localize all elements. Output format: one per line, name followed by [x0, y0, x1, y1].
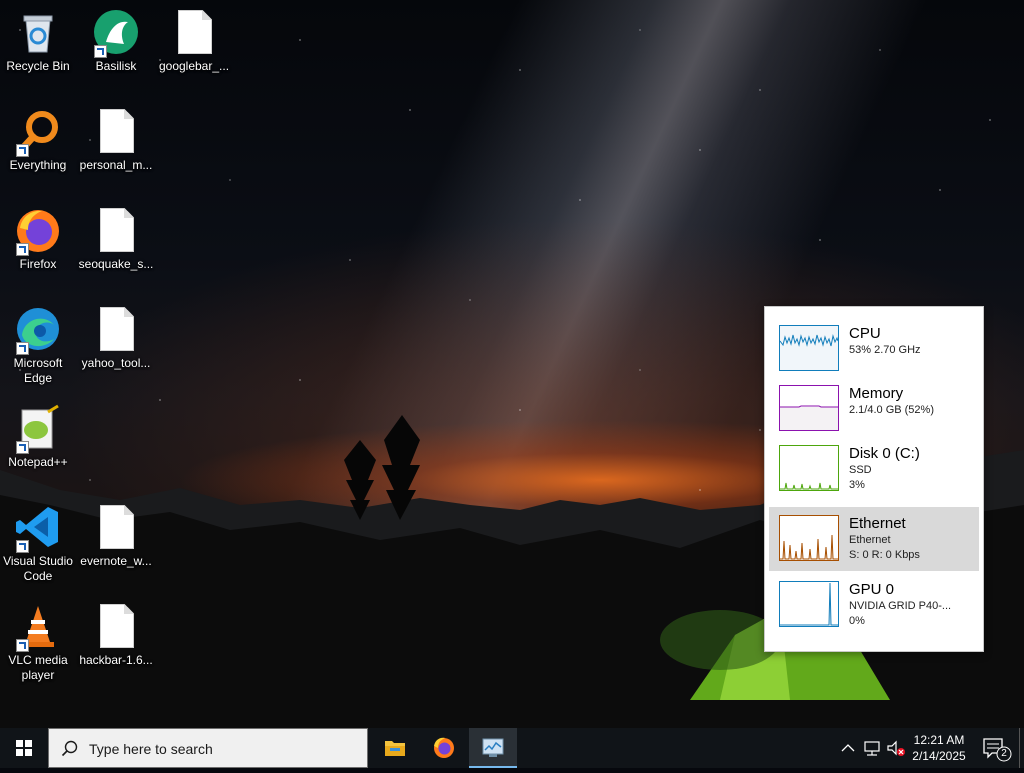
desktop-icon-evernote[interactable]: evernote_w...: [78, 503, 154, 569]
desktop-icon-label: seoquake_s...: [78, 257, 154, 271]
file-icon: [100, 307, 134, 351]
perf-title: Ethernet: [849, 515, 906, 532]
desktop-icon-label: Firefox: [19, 257, 57, 271]
desktop-icon-visual-studio-code[interactable]: Visual Studio Code: [0, 503, 76, 584]
desktop-icon-label: Basilisk: [95, 59, 137, 73]
perf-sub: SSD: [849, 464, 872, 476]
desktop-icon-label: VLC media player: [8, 653, 68, 682]
perf-item-memory[interactable]: Memory 2.1/4.0 GB (52%): [769, 377, 979, 441]
perf-item-gpu[interactable]: GPU 0 NVIDIA GRID P40-... 0%: [769, 573, 979, 637]
perf-title: CPU: [849, 325, 881, 342]
cpu-graph: [779, 325, 839, 371]
perf-sub: S: 0 R: 0 Kbps: [849, 549, 920, 561]
file-icon: [100, 109, 134, 153]
taskbar-file-explorer[interactable]: [371, 728, 419, 768]
perf-title: Disk 0 (C:): [849, 445, 920, 462]
desktop-icon-googlebar[interactable]: googlebar_...: [156, 8, 232, 74]
shortcut-arrow-icon: [16, 243, 29, 256]
perf-item-disk[interactable]: Disk 0 (C:) SSD 3%: [769, 437, 979, 501]
desktop-icon-microsoft-edge[interactable]: Microsoft Edge: [0, 305, 76, 386]
windows-logo-icon: [16, 740, 32, 756]
taskbar: Type here to search 12:21 AM 2/14/2025 2: [0, 728, 1024, 768]
desktop-icon-vlc[interactable]: VLC media player: [0, 602, 76, 683]
perf-sub: 3%: [849, 479, 865, 491]
desktop-icon-everything[interactable]: Everything: [0, 107, 76, 173]
shortcut-arrow-icon: [16, 540, 29, 553]
perf-title: GPU 0: [849, 581, 895, 598]
clock-time: 12:21 AM: [913, 733, 965, 747]
desktop-icon-label: yahoo_tool...: [81, 356, 151, 370]
perf-item-cpu[interactable]: CPU 53% 2.70 GHz: [769, 317, 979, 381]
notification-icon: [983, 738, 1012, 762]
action-center-button[interactable]: 2: [978, 728, 1018, 768]
disk-graph: [779, 445, 839, 491]
search-icon: [61, 740, 78, 757]
perf-sub: 2.1/4.0 GB (52%): [849, 404, 934, 416]
file-icon: [178, 10, 212, 54]
desktop-icon-recycle-bin[interactable]: Recycle Bin: [0, 8, 76, 74]
notification-count: 2: [1001, 748, 1007, 759]
file-icon: [100, 208, 134, 252]
performance-summary-panel: CPU 53% 2.70 GHz Memory 2.1/4.0 GB (52%)…: [764, 306, 984, 652]
memory-graph: [779, 385, 839, 431]
network-icon[interactable]: [862, 738, 882, 758]
clock-date: 2/14/2025: [912, 749, 966, 763]
desktop-icon-label: hackbar-1.6...: [79, 653, 153, 667]
firefox-icon: [434, 737, 454, 758]
shortcut-arrow-icon: [16, 342, 29, 355]
desktop-icon-label: Microsoft Edge: [13, 356, 63, 385]
desktop-icon-label: Recycle Bin: [6, 59, 70, 73]
taskbar-task-manager[interactable]: [469, 728, 517, 768]
shortcut-arrow-icon: [16, 144, 29, 157]
file-explorer-icon: [385, 741, 405, 756]
perf-sub: 53% 2.70 GHz: [849, 344, 921, 356]
desktop-icon-label: Everything: [9, 158, 67, 172]
desktop-icon-label: Visual Studio Code: [3, 554, 73, 583]
shortcut-arrow-icon: [94, 45, 107, 58]
taskbar-firefox[interactable]: [420, 728, 468, 768]
shortcut-arrow-icon: [16, 639, 29, 652]
perf-sub: 0%: [849, 615, 865, 627]
perf-title: Memory: [849, 385, 904, 402]
desktop-icon-seoquake[interactable]: seoquake_s...: [78, 206, 154, 272]
chevron-up-icon[interactable]: [838, 738, 858, 758]
file-icon: [100, 604, 134, 648]
ethernet-graph: [779, 515, 839, 561]
desktop-icon-label: Notepad++: [8, 455, 68, 469]
desktop-icon-label: googlebar_...: [158, 59, 230, 73]
show-desktop-button[interactable]: [1019, 728, 1024, 768]
task-manager-icon: [482, 738, 504, 757]
search-placeholder: Type here to search: [89, 741, 213, 757]
desktop-icon-label: personal_m...: [79, 158, 153, 172]
desktop-icon-firefox[interactable]: Firefox: [0, 206, 76, 272]
gpu-graph: [779, 581, 839, 627]
start-button[interactable]: [0, 728, 48, 768]
desktop-icon-label: evernote_w...: [80, 554, 152, 568]
desktop-icon-basilisk[interactable]: Basilisk: [78, 8, 154, 74]
taskbar-clock[interactable]: 12:21 AM 2/14/2025: [903, 732, 975, 764]
desktop-icon-personal-m[interactable]: personal_m...: [78, 107, 154, 173]
recycle-bin-icon: [23, 15, 53, 53]
perf-sub: Ethernet: [849, 534, 891, 546]
desktop-icon-hackbar[interactable]: hackbar-1.6...: [78, 602, 154, 668]
shortcut-arrow-icon: [16, 441, 29, 454]
taskbar-search-box[interactable]: Type here to search: [48, 728, 368, 768]
file-icon: [100, 505, 134, 549]
perf-sub: NVIDIA GRID P40-...: [849, 600, 952, 612]
desktop-icon-notepad-plus-plus[interactable]: Notepad++: [0, 404, 76, 470]
perf-item-ethernet[interactable]: Ethernet Ethernet S: 0 R: 0 Kbps: [769, 507, 979, 571]
desktop-icon-yahoo-tool[interactable]: yahoo_tool...: [78, 305, 154, 371]
